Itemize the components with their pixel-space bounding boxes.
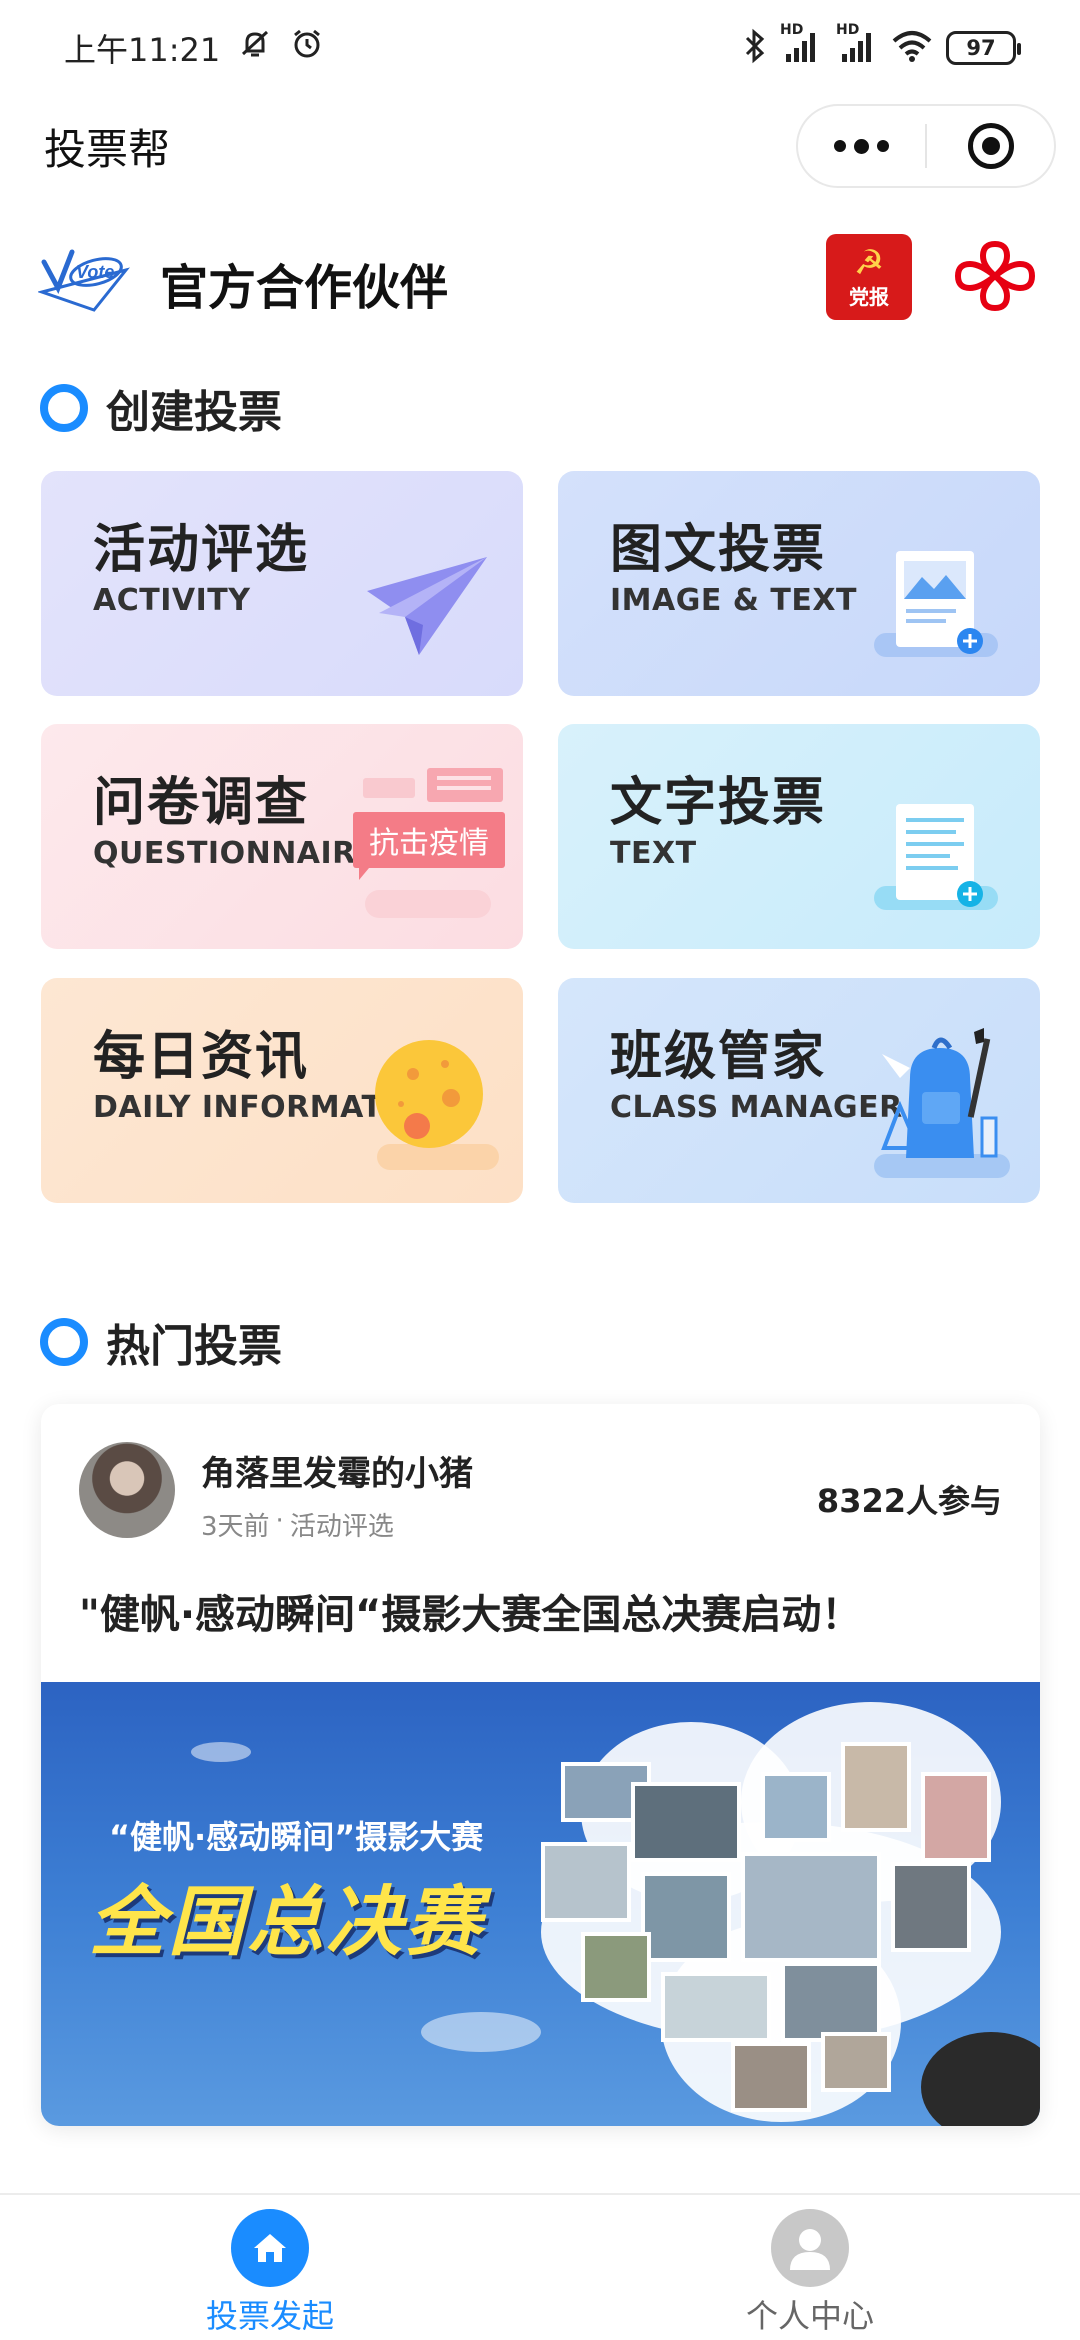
partner-row: Vote 官方合作伙伴 ☭ 党报 [0,232,1080,332]
vote-banner[interactable]: “健帆·感动瞬间”摄影大赛 全国总决赛 [41,1682,1040,2126]
camera-lens-icon [921,2032,1040,2126]
capsule-menu [796,104,1056,188]
chat-bubbles-icon: 抗击疫情 [353,768,513,928]
tab-label: 个人中心 [745,2297,874,2335]
hot-section-title: 热门投票 [106,1321,282,1372]
tab-personal-center[interactable]: 个人中心 [710,2209,910,2337]
avatar [79,1442,175,1538]
alarm-icon [290,27,324,69]
time-ago: 3天前 [201,1512,270,1542]
wifi-icon [892,29,932,68]
card-subtitle: TEXT [610,836,697,871]
home-icon [231,2209,309,2287]
card-subtitle: QUESTIONNAIRE [93,836,377,871]
tab-vote-create[interactable]: 投票发起 [170,2209,370,2337]
section-ring-icon [40,384,88,432]
card-title: 班级管家 [610,1027,827,1087]
party-newspaper-logo[interactable]: ☭ 党报 [826,234,912,320]
app-header: 投票帮 [0,96,1080,196]
planet-icon [375,1040,499,1170]
vote-meta: 3天前 · 活动评选 [201,1506,394,1543]
paper-plane-icon [367,557,487,655]
school-bag-icon [874,1028,1010,1178]
card-title: 每日资讯 [93,1027,310,1087]
status-time: 上午11:21 [64,31,221,69]
user-icon [771,2209,849,2287]
mute-icon [238,27,272,69]
party-logo-text: 党报 [849,284,889,309]
card-questionnaire[interactable]: 问卷调查 QUESTIONNAIRE 抗击疫情 [41,724,523,949]
card-activity[interactable]: 活动评选 ACTIVITY [41,471,523,696]
hot-vote-card[interactable]: 角落里发霉的小猪 3天前 · 活动评选 8322人参与 "健帆·感动瞬间“摄影大… [41,1404,1040,2126]
vote-logo: Vote [36,240,130,312]
hd-label: HD [780,21,804,38]
china-unicom-logo[interactable] [952,236,1038,316]
image-document-icon [874,551,998,657]
card-subtitle: ACTIVITY [93,583,251,618]
card-image-text[interactable]: 图文投票 IMAGE & TEXT [558,471,1040,696]
card-class-manager[interactable]: 班级管家 CLASS MANAGER [558,978,1040,1203]
party-emblem-icon: ☭ [853,242,885,283]
card-title: 文字投票 [610,773,827,833]
close-miniprogram-icon[interactable] [927,106,1054,186]
meta-separator: · [275,1506,284,1536]
card-subtitle: CLASS MANAGER [610,1090,903,1125]
text-document-icon [874,804,998,910]
signal-icon: HD [836,22,878,69]
create-section-header: 创建投票 [40,376,282,440]
card-daily-information[interactable]: 每日资讯 DAILY INFORMATIO [41,978,523,1203]
tab-label: 投票发起 [205,2297,334,2335]
card-title: 图文投票 [610,520,827,580]
create-section-title: 创建投票 [106,387,282,438]
partner-title: 官方合作伙伴 [160,260,449,316]
questionnaire-tag: 抗击疫情 [353,812,505,868]
vote-title: "健帆·感动瞬间“摄影大赛全国总决赛启动！ [79,1592,862,1638]
bottom-nav: 投票发起 个人中心 [0,2193,1080,2340]
participant-count: 8322人参与 [816,1482,1002,1520]
battery-icon: 97 [946,31,1021,65]
hd-label: HD [836,21,860,38]
vote-category: 活动评选 [289,1512,394,1542]
card-text[interactable]: 文字投票 TEXT [558,724,1040,949]
app-title: 投票帮 [44,125,171,174]
bluetooth-icon [744,28,766,69]
banner-subtitle: “健帆·感动瞬间”摄影大赛 [109,1818,484,1856]
more-icon[interactable] [798,106,925,186]
card-title: 活动评选 [93,520,310,580]
status-bar: 上午11:21 HD HD 97 [0,0,1080,96]
section-ring-icon [40,1318,88,1366]
hot-section-header: 热门投票 [40,1310,282,1374]
author-name: 角落里发霉的小猪 [201,1454,473,1494]
vote-logo-text: Vote [76,262,114,282]
banner-title: 全国总决赛 [89,1877,484,1966]
signal-icon: HD [780,22,822,69]
card-subtitle: IMAGE & TEXT [610,583,857,618]
card-title: 问卷调查 [93,773,310,833]
